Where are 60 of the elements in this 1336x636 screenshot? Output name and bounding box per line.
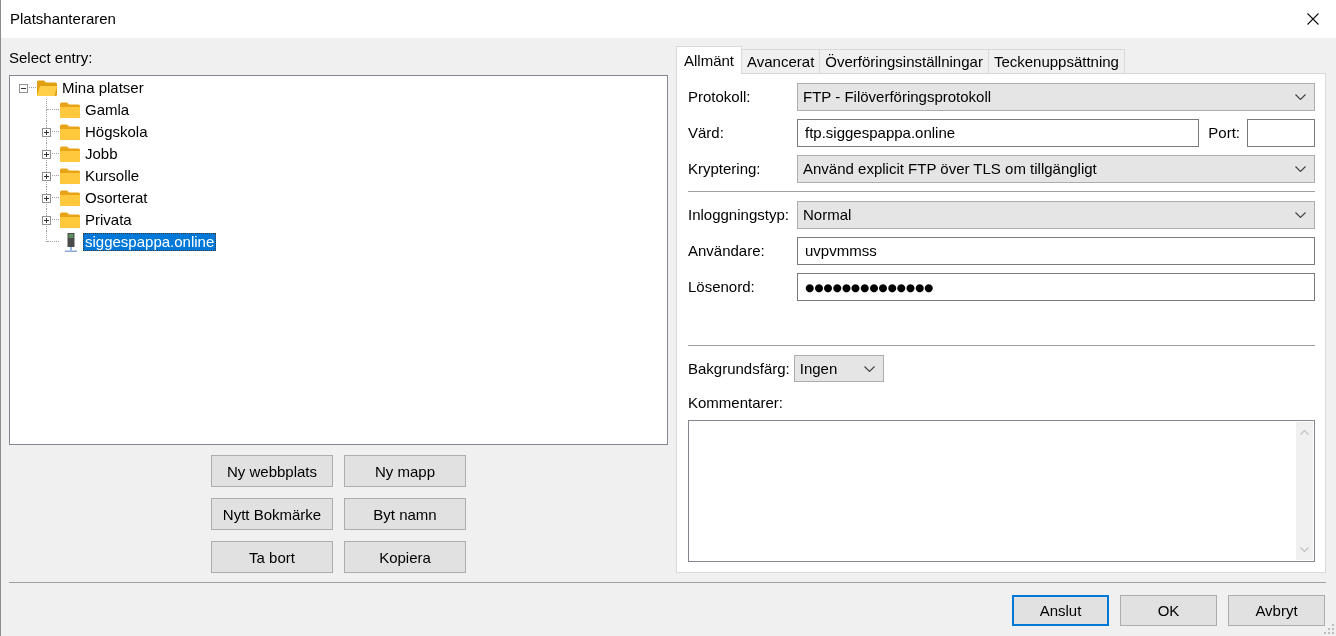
tree-item[interactable]: Kursolle <box>83 167 142 185</box>
dropdown[interactable]: Normal <box>797 201 1315 229</box>
plus-box-icon[interactable] <box>42 127 51 137</box>
plus-box-icon[interactable] <box>42 215 51 225</box>
dialog-button[interactable]: OK <box>1120 595 1217 626</box>
field-label: Värd: <box>688 124 725 142</box>
dialog-button[interactable]: Avbryt <box>1228 595 1325 626</box>
chevron-down-icon <box>1295 94 1306 100</box>
tab[interactable]: Allmänt <box>676 46 743 74</box>
plus-box-icon[interactable] <box>42 193 51 203</box>
port-field[interactable] <box>1247 119 1315 147</box>
field-label: Bakgrundsfärg: <box>688 359 790 378</box>
chevron-down-icon <box>863 365 875 372</box>
dropdown[interactable]: FTP - Filöverföringsprotokoll <box>797 83 1315 111</box>
field-label: Kommentarer: <box>688 394 784 412</box>
plus-box-icon[interactable] <box>42 149 51 159</box>
tree-action-button[interactable]: Nytt Bokmärke <box>211 498 333 530</box>
tree-item[interactable]: Osorterat <box>83 189 150 207</box>
window-title: Platshanteraren <box>10 10 116 28</box>
field-label: Användare: <box>688 242 766 260</box>
text-field[interactable]: ftp.siggespappa.online <box>797 119 1200 147</box>
close-icon[interactable] <box>1307 13 1319 25</box>
tree-item[interactable]: Högskola <box>83 123 150 141</box>
tree-heading: Select entry: <box>9 48 93 68</box>
password-field[interactable]: ●●●●●●●●●●●●●● <box>797 273 1315 301</box>
tree-item[interactable]: Mina platser <box>60 79 146 97</box>
dropdown[interactable]: Använd explicit FTP över TLS om tillgängligt <box>797 155 1315 183</box>
field-label: Port: <box>1208 124 1240 142</box>
chevron-down-icon <box>1295 166 1306 172</box>
tree-item[interactable]: Gamla <box>83 101 132 119</box>
tree-action-button[interactable]: Ta bort <box>211 541 333 573</box>
server-icon <box>65 232 77 252</box>
tree-item[interactable]: Privata <box>83 211 134 229</box>
minus-box-icon[interactable] <box>19 83 28 93</box>
tab[interactable]: Överföringsinställningar <box>819 49 989 73</box>
folder-icon <box>60 124 80 140</box>
tree-item[interactable]: siggespappa.online <box>83 233 217 251</box>
plus-box-icon[interactable] <box>42 171 51 181</box>
field-label: Kryptering: <box>688 160 762 178</box>
tree-action-button[interactable]: Ny mapp <box>344 455 466 487</box>
resize-grip-icon[interactable] <box>1324 624 1334 634</box>
chevron-down-icon <box>1295 212 1306 218</box>
folder-icon <box>60 146 80 162</box>
tree-item[interactable]: Jobb <box>83 145 120 163</box>
tab[interactable]: Teckenuppsättning <box>987 49 1125 73</box>
folder-icon <box>60 212 80 228</box>
dialog-button[interactable]: Anslut <box>1012 595 1109 626</box>
field-label: Protokoll: <box>688 88 752 106</box>
open-folder-icon <box>37 80 57 96</box>
folder-icon <box>60 168 80 184</box>
tree-action-button[interactable]: Ny webbplats <box>211 455 333 487</box>
field-label: Inloggningstyp: <box>688 206 790 224</box>
comments-field[interactable] <box>688 420 1315 562</box>
tree-action-button[interactable]: Byt namn <box>344 498 466 530</box>
tree-action-button[interactable]: Kopiera <box>344 541 466 573</box>
dropdown[interactable]: Ingen <box>793 355 884 382</box>
text-field[interactable]: uvpvmmss <box>797 237 1315 265</box>
folder-icon <box>60 102 80 118</box>
field-label: Lösenord: <box>688 278 756 296</box>
folder-icon <box>60 190 80 206</box>
